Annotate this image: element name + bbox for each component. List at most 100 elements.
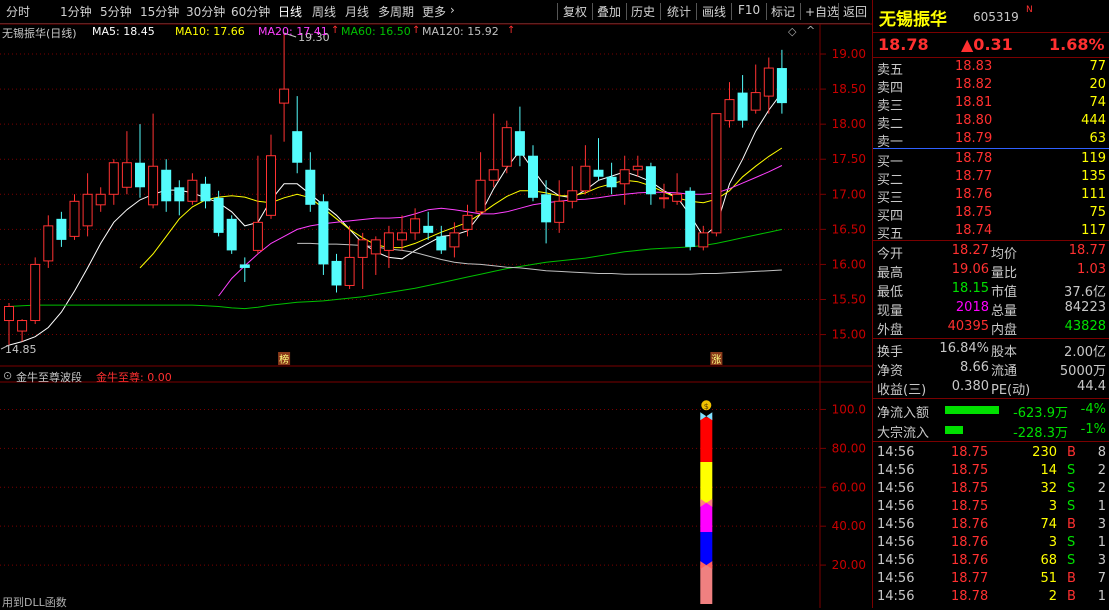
tick-time: 14:56 — [877, 571, 915, 586]
bid-row[interactable]: 买二 18.77 135 — [873, 168, 1109, 188]
candle-body-down — [226, 218, 237, 251]
candle-body-up — [357, 239, 368, 258]
tick-time: 14:56 — [877, 445, 915, 460]
candle-body-down — [135, 162, 145, 188]
bid-row[interactable]: 买三 18.76 111 — [873, 186, 1109, 206]
event-marker-label: 涨 — [711, 354, 721, 366]
stat-row[interactable]: 外盘 40395 内盘 43828 — [873, 318, 1109, 338]
candle-body-up — [82, 193, 93, 227]
stat-label: 市值 — [991, 285, 1018, 300]
tick-volume: 230 — [1032, 445, 1057, 460]
bid-price: 18.75 — [955, 205, 993, 220]
ask-volume: 444 — [1081, 113, 1106, 128]
candle-body-up — [108, 162, 119, 195]
bid-row[interactable]: 买五 18.74 117 — [873, 222, 1109, 242]
candle-body-up — [148, 165, 159, 206]
trade-tick-row[interactable]: 14:56 18.75 14 S 2 — [873, 462, 1109, 480]
tick-side: S — [1067, 463, 1076, 478]
candle-body-down — [645, 166, 656, 195]
flow-row[interactable]: 大宗流入 -228.3万 -1% — [873, 421, 1109, 441]
bid-row[interactable]: 买一 18.78 119 — [873, 150, 1109, 170]
trade-tick-row[interactable]: 14:56 18.75 32 S 2 — [873, 480, 1109, 498]
ask-price: 18.82 — [955, 77, 993, 92]
candle-body-up — [475, 179, 486, 213]
candle-body-up — [659, 197, 669, 200]
candle-body-down — [541, 194, 552, 223]
tick-price: 18.75 — [951, 481, 989, 496]
candle-body-up — [698, 232, 709, 248]
diamond-icon[interactable]: ◇ — [788, 25, 796, 38]
new-flag: N — [1026, 5, 1033, 15]
stat-row[interactable]: 换手 16.84% 股本 2.00亿 — [873, 340, 1109, 360]
candle-body-down — [423, 225, 434, 233]
stat-row[interactable]: 现量 2018 总量 84223 — [873, 299, 1109, 319]
bid-row[interactable]: 买四 18.75 75 — [873, 204, 1109, 224]
tick-side: B — [1067, 445, 1076, 460]
ask-row[interactable]: 卖二 18.80 444 — [873, 112, 1109, 132]
up-arrow-icon: ↑ — [331, 25, 340, 36]
tick-price: 18.78 — [951, 589, 989, 604]
event-marker-label: 榜 — [279, 353, 289, 366]
low-price-label: 14.85 — [5, 343, 37, 356]
stat-label: 流通 — [991, 364, 1018, 379]
ask-row[interactable]: 卖三 18.81 74 — [873, 94, 1109, 114]
stat-value: 40395 — [947, 319, 989, 334]
stat-row[interactable]: 今开 18.27 均价 18.77 — [873, 242, 1109, 262]
trade-tick-row[interactable]: 14:56 18.76 3 S 1 — [873, 534, 1109, 552]
flow-row[interactable]: 净流入额 -623.9万 -4% — [873, 401, 1109, 421]
stat-row[interactable]: 收益(三) 0.380 PE(动) 44.4 — [873, 378, 1109, 398]
ask-row[interactable]: 卖四 18.82 20 — [873, 76, 1109, 96]
tick-price: 18.76 — [951, 535, 989, 550]
tick-side: S — [1067, 481, 1076, 496]
collapse-icon[interactable]: ⊙ — [3, 369, 12, 382]
stat-row[interactable]: 最高 19.06 量比 1.03 — [873, 261, 1109, 281]
ask-price: 18.79 — [955, 131, 993, 146]
trade-tick-row[interactable]: 14:56 18.78 2 B 1 — [873, 588, 1109, 606]
trade-tick-row[interactable]: 14:56 18.76 74 B 3 — [873, 516, 1109, 534]
trade-tick-row[interactable]: 14:56 18.77 51 B 7 — [873, 570, 1109, 588]
tick-time: 14:56 — [877, 535, 915, 550]
tick-time: 14:56 — [877, 589, 915, 604]
stat-value: 1.03 — [1077, 262, 1106, 277]
chevron-up-icon[interactable]: ^ — [806, 24, 815, 37]
flow-value: -623.9万 — [1013, 406, 1068, 421]
tick-volume: 2 — [1048, 589, 1057, 604]
candle-body-down — [318, 201, 329, 265]
candle-body-down — [528, 155, 538, 198]
candle-body-up — [383, 232, 394, 251]
bid-price: 18.76 — [955, 187, 993, 202]
bid-volume: 111 — [1081, 187, 1106, 202]
ask-row[interactable]: 卖五 18.83 77 — [873, 58, 1109, 78]
stat-value: 43828 — [1064, 319, 1106, 334]
stat-value: 18.15 — [951, 281, 989, 296]
stat-label: 量比 — [991, 266, 1018, 281]
indicator-bar-segment — [700, 532, 713, 566]
candle-body-up — [4, 306, 14, 322]
stat-value: 19.06 — [951, 262, 989, 277]
ask-row[interactable]: 卖一 18.79 63 — [873, 130, 1109, 150]
indicator-bar-segment — [700, 565, 713, 604]
tick-count: 3 — [1097, 553, 1106, 568]
stat-label: 总量 — [991, 304, 1018, 319]
tick-time: 14:56 — [877, 517, 915, 532]
ma-label-ma120: MA120: 15.92 — [422, 25, 499, 38]
tick-count: 2 — [1097, 463, 1106, 478]
trade-tick-row[interactable]: 14:56 18.76 68 S 3 — [873, 552, 1109, 570]
stat-row[interactable]: 最低 18.15 市值 37.6亿 — [873, 280, 1109, 300]
tick-count: 1 — [1097, 499, 1106, 514]
ask-price: 18.81 — [955, 95, 993, 110]
tick-count: 8 — [1097, 445, 1106, 460]
trade-tick-row[interactable]: 14:56 18.75 3 S 1 — [873, 498, 1109, 516]
trade-tick-row[interactable]: 14:56 18.75 230 B 8 — [873, 444, 1109, 462]
stat-label: 最高 — [877, 266, 904, 281]
candle-body-down — [436, 236, 447, 251]
stat-value: 18.27 — [951, 243, 989, 258]
indicator-name[interactable]: 金牛至尊波段 — [16, 369, 82, 385]
candle-body-up — [763, 67, 774, 97]
candle-body-up — [711, 113, 722, 234]
tick-price: 18.75 — [951, 445, 989, 460]
stat-row[interactable]: 净资 8.66 流通 5000万 — [873, 359, 1109, 379]
ask-volume: 74 — [1089, 95, 1106, 110]
kline-chart[interactable]: 19.3014.85榜涨 19.0018.5018.0017.5017.0016… — [0, 0, 872, 608]
candle-body-up — [619, 169, 630, 185]
